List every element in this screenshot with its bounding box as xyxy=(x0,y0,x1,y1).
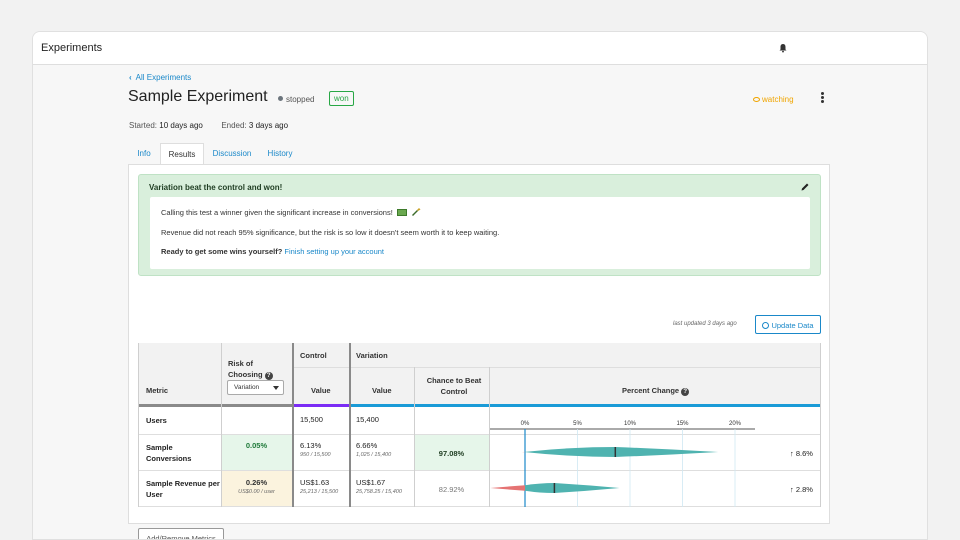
violin-positive xyxy=(525,483,620,493)
variation-value: 15,400 xyxy=(356,415,379,424)
variation-value: US$1.67 xyxy=(356,478,386,487)
result-badge: won xyxy=(329,91,354,106)
axis-tick-label: 0% xyxy=(521,421,530,427)
risk-header: Risk of Choosing ? xyxy=(228,358,288,380)
axis-tick-label: 15% xyxy=(676,421,689,427)
experiment-title: Sample Experiment xyxy=(128,88,268,105)
results-panel: Variation beat the control and won! Call… xyxy=(128,164,830,539)
conclusion-cta-text: Ready to get some wins yourself? xyxy=(161,247,283,256)
chance-value: 97.08% xyxy=(438,449,465,458)
app-title: Experiments xyxy=(41,42,103,54)
update-data-button[interactable]: Update Data xyxy=(755,315,821,334)
metric-name: Users xyxy=(146,416,167,425)
status-dot-icon xyxy=(278,96,283,101)
champagne-emoji-icon xyxy=(411,208,421,216)
experiment-dates: Started: 10 days ago Ended: 3 days ago xyxy=(129,121,288,130)
control-sub: 950 / 15,500 xyxy=(300,452,331,458)
ended-label: Ended: xyxy=(221,121,247,130)
tab-info[interactable]: Info xyxy=(129,143,159,165)
chance-value: 82.92% xyxy=(438,485,465,494)
variation-value-cell: US$1.67 25,758.25 / 15,400 xyxy=(356,478,402,495)
axis-tick-label: 20% xyxy=(729,421,742,427)
control-value: US$1.63 xyxy=(300,478,330,487)
top-bar: Experiments xyxy=(33,32,927,65)
chevron-down-icon xyxy=(273,386,279,390)
metric-name: Sample Revenue per User xyxy=(146,479,220,499)
watching-toggle[interactable]: watching xyxy=(753,95,794,104)
risk-value-cell: 0.26% US$0.00 / user xyxy=(221,478,292,495)
more-options-icon[interactable] xyxy=(818,92,826,106)
violin-positive xyxy=(525,447,719,457)
risk-variation-select[interactable]: Variation xyxy=(227,380,284,395)
percent-change-value: ↑ 2.8% xyxy=(790,485,813,494)
risk-value: 0.05% xyxy=(245,441,268,450)
tab-history[interactable]: History xyxy=(260,143,300,165)
risk-sub: US$0.00 / user xyxy=(238,489,275,495)
arrow-up-icon: ↑ xyxy=(790,449,794,458)
variation-header: Variation xyxy=(356,351,388,360)
started-value: 10 days ago xyxy=(159,121,203,130)
conclusion-line-1-text: Calling this test a winner given the sig… xyxy=(161,208,393,217)
percent-change-value: ↑ 8.6% xyxy=(790,449,813,458)
axis-tick-label: 10% xyxy=(624,421,637,427)
risk-header-label: Risk of Choosing xyxy=(228,359,263,379)
percent-change-chart: 0% 5% 10% 15% 20% xyxy=(490,421,755,507)
variation-value-cell: 6.66% 1,025 / 15,400 xyxy=(356,441,391,458)
conclusion-line-3: Ready to get some wins yourself? Finish … xyxy=(161,247,384,256)
eye-icon xyxy=(753,97,760,102)
control-value: 15,500 xyxy=(300,415,323,424)
control-value-cell: 6.13% 950 / 15,500 xyxy=(300,441,331,458)
arrow-up-icon: ↑ xyxy=(790,485,794,494)
control-header: Control xyxy=(300,351,327,360)
money-emoji-icon xyxy=(396,209,407,216)
add-remove-metrics-button[interactable]: Add/Remove Metrics xyxy=(138,528,224,539)
chance-header: Chance to Beat Control xyxy=(419,375,489,397)
metric-name: Sample Conversions xyxy=(146,443,192,463)
started-label: Started: xyxy=(129,121,158,130)
control-sub: 25,213 / 15,500 xyxy=(300,489,339,495)
back-link-label: All Experiments xyxy=(135,73,192,82)
violin-negative xyxy=(490,485,525,491)
variation-value: 6.66% xyxy=(356,441,378,450)
control-value-cell: US$1.63 25,213 / 15,500 xyxy=(300,478,338,495)
conclusion-body: Calling this test a winner given the sig… xyxy=(150,197,810,269)
watching-label: watching xyxy=(762,95,794,104)
axis-tick-label: 5% xyxy=(573,421,582,427)
conclusion-line-1: Calling this test a winner given the sig… xyxy=(161,208,421,217)
conclusion-box: Variation beat the control and won! Call… xyxy=(138,174,821,276)
chevron-left-icon: ‹ xyxy=(129,73,132,82)
conclusion-title: Variation beat the control and won! xyxy=(149,183,283,192)
ended-value: 3 days ago xyxy=(248,121,289,130)
app-window: Experiments ‹ All Experiments Sample Expe… xyxy=(32,31,928,540)
metric-column-bar xyxy=(138,404,292,407)
finish-setup-link[interactable]: Finish setting up your account xyxy=(284,247,384,256)
risk-value: 0.26% xyxy=(245,478,268,487)
percent-change-label: Percent Change xyxy=(622,386,680,395)
bell-icon[interactable] xyxy=(778,43,788,53)
help-icon[interactable]: ? xyxy=(681,388,690,396)
tab-results[interactable]: Results xyxy=(160,143,204,165)
status-label: stopped xyxy=(286,95,315,104)
back-to-experiments-link[interactable]: ‹ All Experiments xyxy=(129,73,191,82)
risk-select-value: Variation xyxy=(234,384,260,391)
control-column-bar xyxy=(293,404,349,407)
help-icon[interactable]: ? xyxy=(264,372,273,380)
percent-change-header: Percent Change ? xyxy=(622,386,690,396)
control-value-header: Value xyxy=(311,386,331,395)
update-data-label: Update Data xyxy=(771,321,814,330)
conclusion-line-2: Revenue did not reach 95% significance, … xyxy=(161,228,500,237)
results-table: Metric Risk of Choosing ? Variation Cont… xyxy=(138,343,821,507)
variation-sub: 1,025 / 15,400 xyxy=(356,452,392,458)
variation-value-header: Value xyxy=(372,386,392,395)
variation-sub: 25,758.25 / 15,400 xyxy=(356,489,402,495)
last-updated-text: last updated 3 days ago xyxy=(673,321,737,327)
control-value: 6.13% xyxy=(300,441,322,450)
status-indicator: stopped xyxy=(278,95,314,104)
metric-header: Metric xyxy=(146,386,169,395)
refresh-icon xyxy=(762,322,770,329)
edit-pencil-icon[interactable] xyxy=(800,182,810,192)
tab-discussion[interactable]: Discussion xyxy=(205,143,259,165)
